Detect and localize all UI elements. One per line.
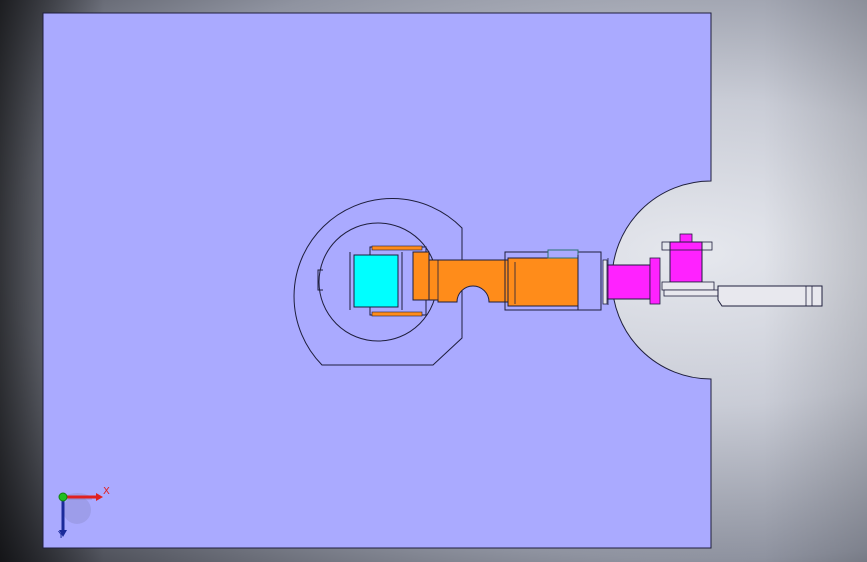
elbow-gear [547, 249, 579, 259]
x-axis-label: X [103, 486, 110, 497]
shoulder-bracket-orange-bottom [371, 311, 423, 317]
gripper-finger-main[interactable] [717, 285, 823, 307]
shoulder-bracket-orange-top [371, 245, 423, 251]
y-axis-label: Y [58, 530, 65, 541]
gripper-base-plate [661, 281, 715, 291]
elbow-bracket[interactable] [507, 257, 579, 307]
gripper-finger-upper[interactable] [663, 289, 725, 297]
wrist-flange-left [602, 259, 608, 305]
cad-viewport[interactable]: X Y [0, 0, 867, 562]
gripper-servo[interactable] [669, 241, 703, 283]
z-axis-origin [58, 492, 68, 502]
wrist-servo[interactable] [605, 264, 651, 300]
wrist-flange-right [649, 257, 661, 305]
gripper-servo-top [679, 233, 693, 243]
shoulder-servo[interactable] [353, 254, 399, 308]
upper-arm-joint[interactable] [412, 251, 430, 301]
model-canvas[interactable] [0, 0, 867, 562]
